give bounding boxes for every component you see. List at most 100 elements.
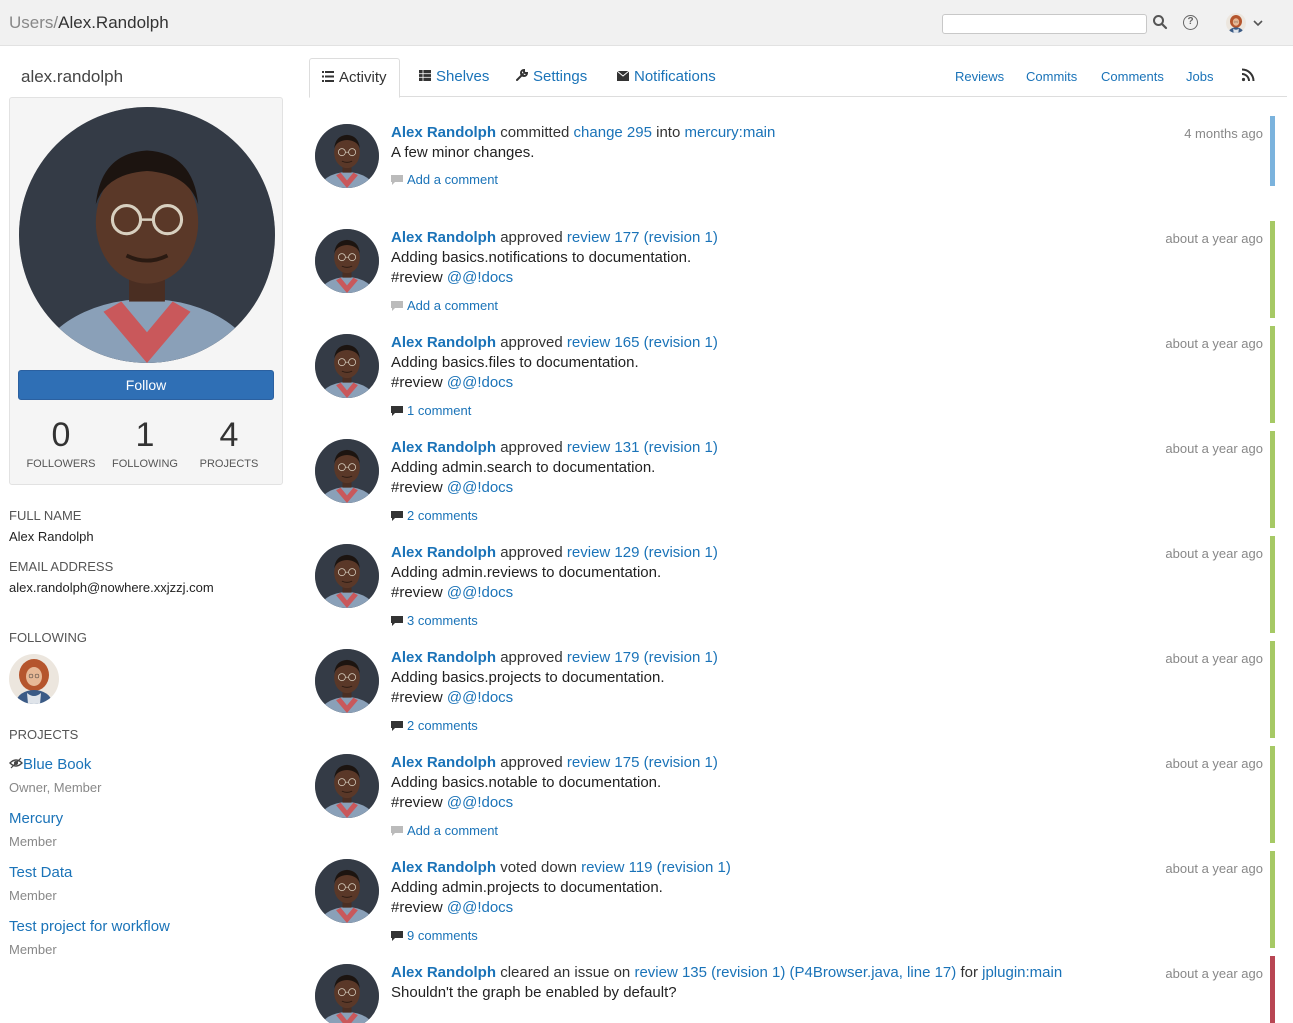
projects-count: 4 (219, 416, 239, 454)
activity-headline: Alex Randolph committed change 295 into … (391, 124, 775, 141)
comments-label: Add a comment (407, 172, 499, 187)
actor-avatar[interactable] (315, 334, 379, 398)
target-link[interactable]: review 119 (revision 1) (581, 859, 731, 876)
following-stat[interactable]: 1 FOLLOWING (100, 416, 190, 470)
list-icon (322, 71, 334, 82)
tag-link[interactable]: @@!docs (447, 584, 513, 601)
user-avatar (1226, 13, 1246, 33)
rss-icon[interactable] (1241, 68, 1255, 82)
comments-link[interactable]: 3 comments (391, 613, 478, 628)
target-link[interactable]: review 131 (revision 1) (567, 439, 718, 456)
actor-link[interactable]: Alex Randolph (391, 964, 496, 981)
search-icon[interactable] (1152, 14, 1170, 32)
activity-connector: for (960, 964, 978, 981)
review-tag: #review @@!docs (391, 689, 513, 706)
target-link[interactable]: review 177 (revision 1) (567, 229, 718, 246)
actor-link[interactable]: Alex Randolph (391, 754, 496, 771)
actor-link[interactable]: Alex Randolph (391, 124, 496, 141)
project-link-test-project-for-workflow[interactable]: Test project for workflow (9, 918, 170, 935)
comments-label: 1 comment (407, 403, 472, 418)
filter-commits[interactable]: Commits (1026, 69, 1077, 84)
activity-type-bar (1270, 536, 1275, 633)
tag-prefix: #review (391, 899, 443, 916)
project-role: Member (9, 942, 57, 957)
comments-link[interactable]: 2 comments (391, 508, 478, 523)
activity-item: Alex Randolph approved review 165 (revis… (309, 326, 1275, 434)
project-branch-link[interactable]: jplugin:main (982, 964, 1062, 981)
breadcrumb-current: Alex.Randolph (58, 13, 169, 32)
actor-avatar[interactable] (315, 649, 379, 713)
following-user-avatar[interactable] (9, 654, 59, 704)
actor-avatar[interactable] (315, 859, 379, 923)
activity-timestamp: about a year ago (1165, 441, 1263, 456)
activity-verb: committed (500, 124, 570, 141)
tab-settings[interactable]: Settings (504, 58, 599, 97)
comment-icon (391, 511, 403, 521)
target-link[interactable]: review 165 (revision 1) (567, 334, 718, 351)
activity-headline: Alex Randolph approved review 131 (revis… (391, 439, 718, 456)
comments-link[interactable]: Add a comment (391, 172, 498, 187)
tag-link[interactable]: @@!docs (447, 269, 513, 286)
tag-link[interactable]: @@!docs (447, 689, 513, 706)
tag-link[interactable]: @@!docs (447, 794, 513, 811)
project-link-mercury[interactable]: Mercury (9, 810, 63, 827)
actor-link[interactable]: Alex Randolph (391, 544, 496, 561)
projects-stat[interactable]: 4 PROJECTS (184, 416, 274, 470)
follow-button[interactable]: Follow (18, 370, 274, 400)
tab-activity[interactable]: Activity (309, 58, 400, 98)
activity-verb: voted down (500, 859, 577, 876)
target-link[interactable]: change 295 (574, 124, 652, 141)
filter-jobs[interactable]: Jobs (1186, 69, 1213, 84)
tab-shelves[interactable]: Shelves (407, 58, 501, 97)
actor-avatar[interactable] (315, 439, 379, 503)
search-input[interactable] (942, 14, 1147, 34)
activity-item: Alex Randolph committed change 295 into … (309, 116, 1275, 224)
actor-avatar[interactable] (315, 544, 379, 608)
target-link[interactable]: review 135 (revision 1) (P4Browser.java,… (634, 964, 956, 981)
followers-stat[interactable]: 0 FOLLOWERS (16, 416, 106, 470)
tag-link[interactable]: @@!docs (447, 479, 513, 496)
project-link-blue-book[interactable]: Blue Book (9, 756, 91, 773)
user-menu[interactable] (1226, 13, 1266, 35)
comment-icon (391, 826, 403, 836)
comments-link[interactable]: Add a comment (391, 298, 498, 313)
review-tag: #review @@!docs (391, 794, 513, 811)
help-icon[interactable]: ? (1183, 15, 1198, 30)
filter-comments[interactable]: Comments (1101, 69, 1164, 84)
actor-link[interactable]: Alex Randolph (391, 334, 496, 351)
tag-link[interactable]: @@!docs (447, 374, 513, 391)
table-icon (419, 70, 431, 81)
activity-timestamp: about a year ago (1165, 756, 1263, 771)
breadcrumb-users-link[interactable]: Users (9, 13, 53, 32)
project-role: Member (9, 888, 57, 903)
review-tag: #review @@!docs (391, 269, 513, 286)
actor-link[interactable]: Alex Randolph (391, 439, 496, 456)
chevron-down-icon (1253, 20, 1263, 27)
profile-username: alex.randolph (21, 67, 124, 86)
actor-avatar[interactable] (315, 124, 379, 188)
activity-headline: Alex Randolph cleared an issue on review… (391, 964, 1062, 981)
target-link[interactable]: review 129 (revision 1) (567, 544, 718, 561)
actor-link[interactable]: Alex Randolph (391, 649, 496, 666)
project-role: Member (9, 834, 57, 849)
comments-link[interactable]: 2 comments (391, 718, 478, 733)
comments-link[interactable]: 9 comments (391, 928, 478, 943)
project-branch-link[interactable]: mercury:main (684, 124, 775, 141)
comments-link[interactable]: Add a comment (391, 823, 498, 838)
actor-avatar[interactable] (315, 754, 379, 818)
filter-reviews[interactable]: Reviews (955, 69, 1004, 84)
target-link[interactable]: review 175 (revision 1) (567, 754, 718, 771)
comment-icon (391, 301, 403, 311)
actor-link[interactable]: Alex Randolph (391, 859, 496, 876)
target-link[interactable]: review 179 (revision 1) (567, 649, 718, 666)
tag-link[interactable]: @@!docs (447, 899, 513, 916)
comments-link[interactable]: 1 comment (391, 403, 471, 418)
activity-item: Alex Randolph approved review 131 (revis… (309, 431, 1275, 539)
activity-item: Alex Randolph voted down review 119 (rev… (309, 851, 1275, 959)
project-link-test-data[interactable]: Test Data (9, 864, 72, 881)
tab-notifications[interactable]: Notifications (605, 58, 728, 97)
actor-avatar[interactable] (315, 229, 379, 293)
tag-prefix: #review (391, 374, 443, 391)
actor-avatar[interactable] (315, 964, 379, 1023)
actor-link[interactable]: Alex Randolph (391, 229, 496, 246)
